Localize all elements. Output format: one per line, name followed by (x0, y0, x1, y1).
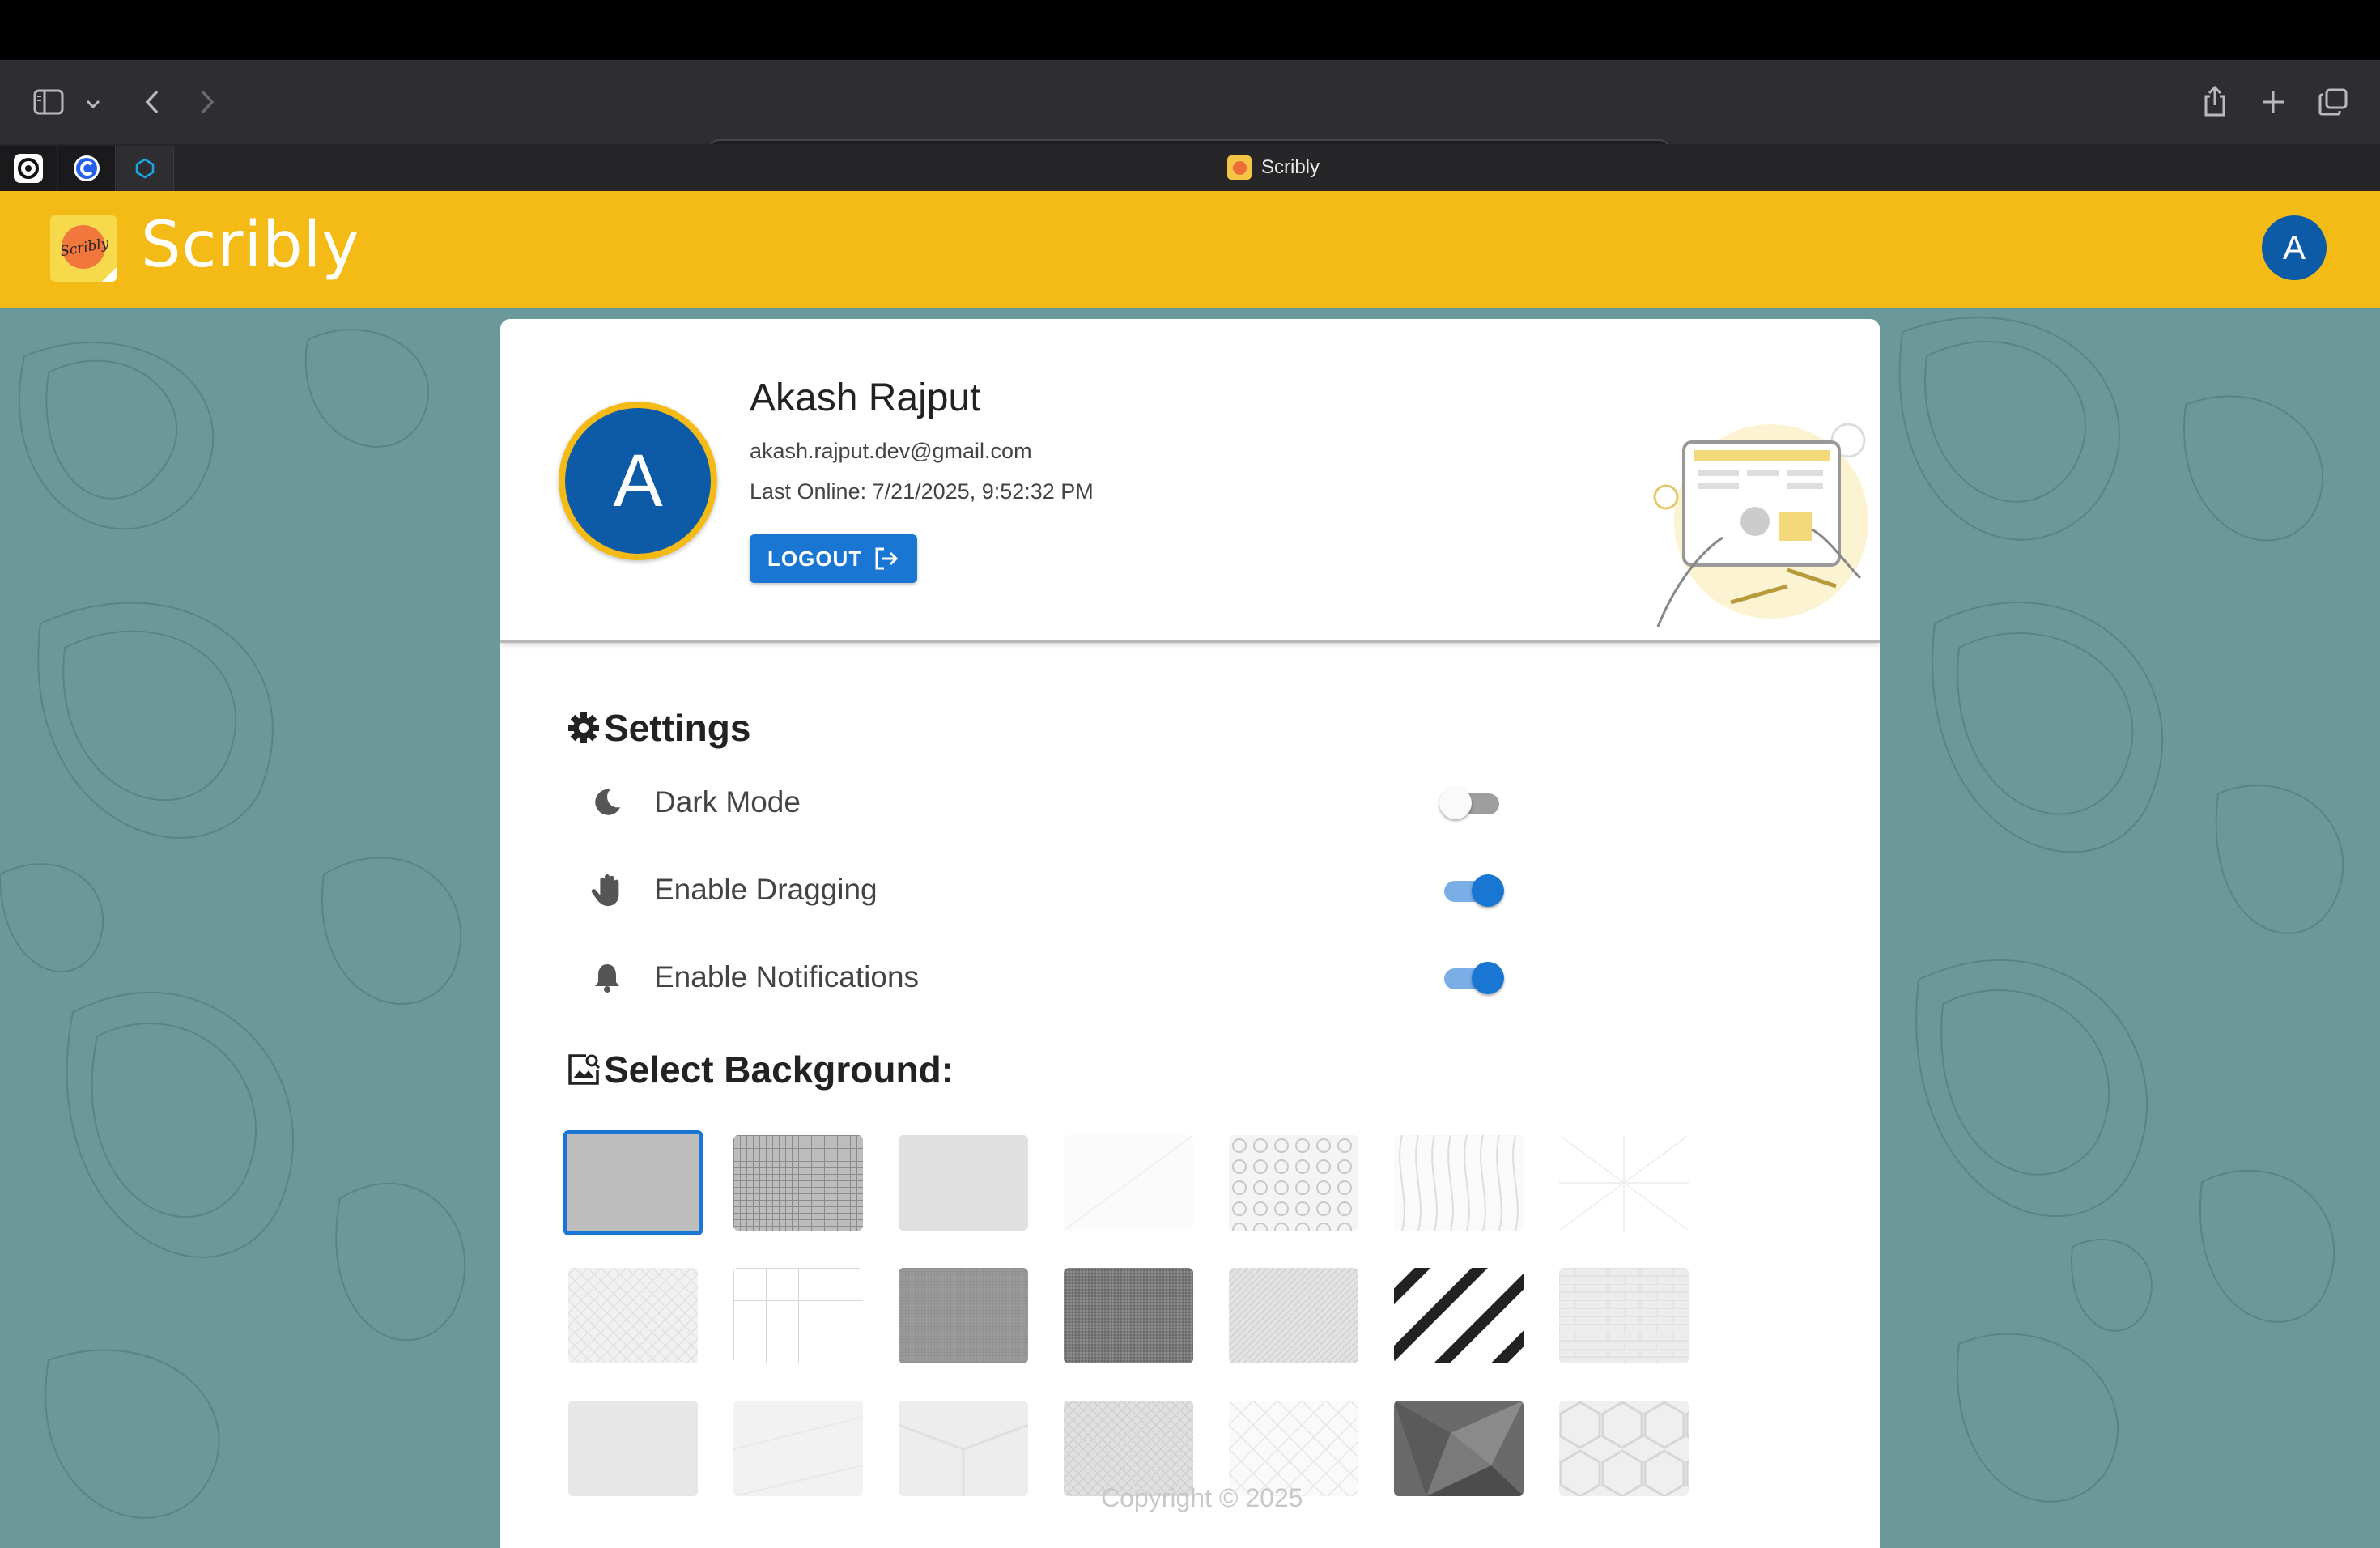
gear-icon (568, 712, 599, 743)
background-option-13[interactable] (1394, 1268, 1524, 1363)
profile-card: A Akash Rajput akash.rajput.dev@gmail.co… (500, 319, 1880, 1548)
settings-illustration (1653, 423, 1868, 627)
logout-label: LOGOUT (767, 546, 863, 571)
background-option-15[interactable] (568, 1401, 698, 1496)
pinned-tab-icon (135, 158, 155, 179)
browser-toolbar: localhost (0, 60, 2380, 183)
background-option-3[interactable] (899, 1135, 1028, 1231)
tab-overview-icon[interactable] (2315, 84, 2351, 120)
background-option-10[interactable] (899, 1268, 1028, 1363)
setting-label: Enable Dragging (654, 873, 878, 906)
setting-label: Enable Notifications (654, 960, 920, 993)
profile-name: Akash Rajput (750, 376, 981, 419)
background-option-4[interactable] (1064, 1135, 1193, 1231)
background-option-20[interactable] (1394, 1401, 1524, 1496)
back-icon[interactable] (136, 84, 168, 120)
bell-icon (589, 959, 625, 995)
logout-icon (875, 547, 899, 570)
tab-scribly[interactable]: Scribly (1227, 144, 1320, 191)
sidebar-toggle-icon[interactable] (31, 84, 66, 120)
select-background-title: Select Background: (567, 1048, 954, 1091)
image-search-icon (568, 1054, 601, 1085)
pinned-tab-1[interactable] (0, 146, 57, 191)
user-avatar-button[interactable]: A (2262, 215, 2327, 280)
forward-icon[interactable] (191, 84, 223, 120)
new-tab-icon[interactable] (2255, 84, 2291, 120)
moon-icon (589, 785, 625, 820)
dragging-toggle[interactable] (1439, 873, 1504, 908)
background-option-1[interactable] (563, 1130, 703, 1235)
tab-bar (0, 144, 2380, 191)
scribly-logo[interactable]: Scribly (50, 215, 117, 282)
logout-button[interactable]: LOGOUT (750, 534, 918, 583)
background-option-12[interactable] (1229, 1268, 1358, 1363)
setting-enable-dragging: Enable Dragging (589, 861, 1504, 918)
chevron-down-icon[interactable] (81, 92, 105, 117)
background-option-14[interactable] (1559, 1268, 1689, 1363)
background-option-6[interactable] (1394, 1135, 1524, 1231)
background-option-7[interactable] (1559, 1135, 1689, 1231)
background-option-9[interactable] (733, 1268, 863, 1363)
setting-dark-mode: Dark Mode (589, 774, 1504, 831)
background-option-8[interactable] (568, 1268, 698, 1363)
background-option-17[interactable] (899, 1401, 1028, 1496)
dark-mode-toggle[interactable] (1439, 785, 1504, 821)
background-option-21[interactable] (1559, 1401, 1689, 1496)
pinned-tab-icon (14, 154, 43, 183)
settings-title: Settings (567, 706, 750, 750)
profile-email: akash.rajput.dev@gmail.com (750, 439, 1032, 463)
profile-avatar: A (559, 402, 717, 560)
pinned-tab-icon (74, 155, 100, 181)
tab-title: Scribly (1261, 156, 1320, 178)
background-option-5[interactable] (1229, 1135, 1358, 1231)
scribly-favicon (1227, 155, 1252, 180)
app-header: Scribly Scribly A (0, 191, 2380, 308)
pinned-tab-2[interactable] (58, 146, 116, 191)
profile-header: A Akash Rajput akash.rajput.dev@gmail.co… (500, 319, 1880, 643)
setting-label: Dark Mode (654, 785, 801, 819)
background-option-19[interactable] (1229, 1401, 1358, 1496)
system-menu-bar (0, 0, 2380, 60)
notifications-toggle[interactable] (1439, 960, 1504, 996)
setting-enable-notifications: Enable Notifications (589, 949, 1504, 1006)
background-option-18[interactable] (1064, 1401, 1193, 1496)
pinned-tab-3[interactable] (117, 146, 174, 191)
background-option-2[interactable] (733, 1135, 863, 1231)
background-option-16[interactable] (733, 1401, 863, 1496)
brand-name[interactable]: Scribly (141, 209, 359, 282)
copyright-text: Copyright © 2025 (1101, 1483, 1303, 1512)
share-icon[interactable] (2197, 81, 2233, 121)
last-online: Last Online: 7/21/2025, 9:52:32 PM (750, 479, 1094, 504)
background-option-11[interactable] (1064, 1268, 1193, 1363)
hand-icon (589, 872, 625, 908)
